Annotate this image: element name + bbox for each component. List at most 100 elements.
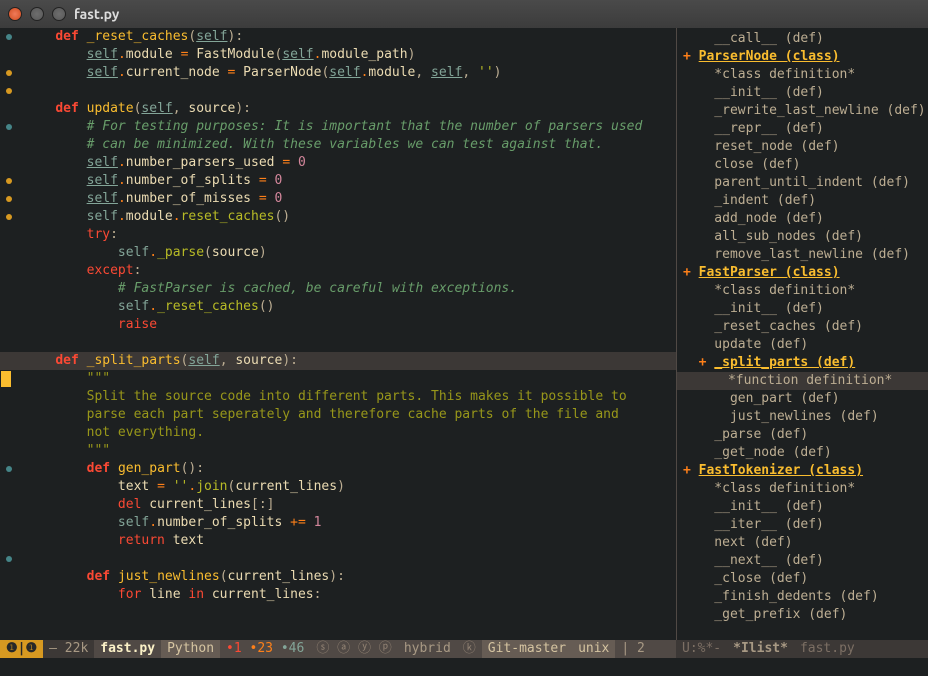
outline-item[interactable]: __init__ (def) xyxy=(677,84,928,102)
code-line[interactable]: for line in current_lines: xyxy=(24,586,672,604)
code-line[interactable] xyxy=(24,550,672,568)
code-line[interactable]: not everything. xyxy=(24,424,672,442)
ml-minor-icons: ⓢ ⓐ ⓨ ⓟ xyxy=(310,640,397,658)
outline-item[interactable]: *class definition* xyxy=(677,66,928,84)
outline-item[interactable]: _parse (def) xyxy=(677,426,928,444)
code-line[interactable]: text = ''.join(current_lines) xyxy=(24,478,672,496)
code-line[interactable]: self.number_parsers_used = 0 xyxy=(24,154,672,172)
code-line[interactable]: raise xyxy=(24,316,672,334)
editor-gutter xyxy=(0,28,20,640)
code-line[interactable]: def gen_part(): xyxy=(24,460,672,478)
code-line[interactable]: del current_lines[:] xyxy=(24,496,672,514)
code-line[interactable]: self.number_of_misses = 0 xyxy=(24,190,672,208)
outline-item[interactable]: *function definition* xyxy=(677,372,928,390)
ml-hybrid: hybrid xyxy=(398,640,457,658)
code-line[interactable]: # FastParser is cached, be careful with … xyxy=(24,280,672,298)
window-minimize-button[interactable] xyxy=(30,7,44,21)
gutter-mark-icon xyxy=(6,178,12,184)
code-line[interactable]: """ xyxy=(24,370,672,388)
code-line[interactable]: self._reset_caches() xyxy=(24,298,672,316)
ml-k-icon: ⓚ xyxy=(457,640,482,658)
code-line[interactable] xyxy=(24,334,672,352)
code-line[interactable]: self.current_node = ParserNode(self.modu… xyxy=(24,64,672,82)
outline-item[interactable]: __init__ (def) xyxy=(677,498,928,516)
code-line[interactable]: except: xyxy=(24,262,672,280)
outline-item[interactable]: _indent (def) xyxy=(677,192,928,210)
ml-filesize: – 22k xyxy=(43,640,94,658)
window-maximize-button[interactable] xyxy=(52,7,66,21)
code-line[interactable]: def _split_parts(self, source): xyxy=(0,352,676,370)
code-line[interactable]: def update(self, source): xyxy=(24,100,672,118)
code-line[interactable]: Split the source code into different par… xyxy=(24,388,672,406)
ml-git: Git-master xyxy=(482,640,572,658)
outline-item[interactable]: *class definition* xyxy=(677,480,928,498)
outline-cursor-mark xyxy=(676,372,677,386)
outline-item[interactable]: close (def) xyxy=(677,156,928,174)
ml-r-fname: fast.py xyxy=(794,640,861,658)
outline-item[interactable]: + FastParser (class) xyxy=(677,264,928,282)
outline-item[interactable]: remove_last_newline (def) xyxy=(677,246,928,264)
outline-item[interactable]: _finish_dedents (def) xyxy=(677,588,928,606)
modeline-left: ❶|❶ – 22k fast.py Python •1 •23 •46 ⓢ ⓐ … xyxy=(0,640,676,658)
ml-encoding: unix xyxy=(572,640,615,658)
outline-item[interactable]: _close (def) xyxy=(677,570,928,588)
gutter-mark-icon xyxy=(6,466,12,472)
outline-item[interactable]: __init__ (def) xyxy=(677,300,928,318)
gutter-cursor xyxy=(1,371,11,387)
code-line[interactable]: # can be minimized. With these variables… xyxy=(24,136,672,154)
ml-filename: fast.py xyxy=(94,640,161,658)
code-line[interactable]: def just_newlines(current_lines): xyxy=(24,568,672,586)
outline-item[interactable]: *class definition* xyxy=(677,282,928,300)
ml-r-buffer: *Ilist* xyxy=(727,640,794,658)
outline-item[interactable]: __repr__ (def) xyxy=(677,120,928,138)
outline-item[interactable]: _reset_caches (def) xyxy=(677,318,928,336)
window-titlebar: fast.py xyxy=(0,0,928,28)
code-line[interactable]: """ xyxy=(24,442,672,460)
outline-item[interactable]: parent_until_indent (def) xyxy=(677,174,928,192)
outline-item[interactable]: _get_node (def) xyxy=(677,444,928,462)
outline-item[interactable]: next (def) xyxy=(677,534,928,552)
code-line[interactable]: try: xyxy=(24,226,672,244)
gutter-mark-icon xyxy=(6,196,12,202)
outline-item[interactable]: _rewrite_last_newline (def) xyxy=(677,102,928,120)
outline-item[interactable]: + _split_parts (def) xyxy=(677,354,928,372)
ml-flycheck: •1 •23 •46 xyxy=(220,640,310,658)
ml-major-mode: Python xyxy=(161,640,220,658)
window-close-button[interactable] xyxy=(8,7,22,21)
ml-r-prefix: U:%*- xyxy=(676,640,727,658)
ml-indicator: ❶|❶ xyxy=(0,640,43,658)
editor-pane[interactable]: def _reset_caches(self): self.module = F… xyxy=(0,28,676,640)
outline-item[interactable]: __call__ (def) xyxy=(677,30,928,48)
code-line[interactable]: # For testing purposes: It is important … xyxy=(24,118,672,136)
outline-pane[interactable]: __call__ (def)+ ParserNode (class) *clas… xyxy=(676,28,928,640)
code-line[interactable]: self._parse(source) xyxy=(24,244,672,262)
gutter-mark-icon xyxy=(6,556,12,562)
outline-item[interactable]: just_newlines (def) xyxy=(677,408,928,426)
outline-item[interactable]: __iter__ (def) xyxy=(677,516,928,534)
minibuffer[interactable] xyxy=(0,658,928,676)
ml-position: | 2 xyxy=(615,640,650,658)
code-line[interactable]: self.number_of_splits = 0 xyxy=(24,172,672,190)
code-line[interactable]: self.module.reset_caches() xyxy=(24,208,672,226)
outline-item[interactable]: update (def) xyxy=(677,336,928,354)
code-line[interactable]: def _reset_caches(self): xyxy=(24,28,672,46)
code-line[interactable]: return text xyxy=(24,532,672,550)
outline-item[interactable]: _get_prefix (def) xyxy=(677,606,928,624)
code-line[interactable] xyxy=(24,82,672,100)
outline-item[interactable]: gen_part (def) xyxy=(677,390,928,408)
gutter-mark-icon xyxy=(6,214,12,220)
gutter-mark-icon xyxy=(6,124,12,130)
code-line[interactable]: self.number_of_splits += 1 xyxy=(24,514,672,532)
gutter-mark-icon xyxy=(6,70,12,76)
code-line[interactable]: self.module = FastModule(self.module_pat… xyxy=(24,46,672,64)
gutter-mark-icon xyxy=(6,34,12,40)
outline-item[interactable]: + FastTokenizer (class) xyxy=(677,462,928,480)
gutter-mark-icon xyxy=(6,88,12,94)
editor-code[interactable]: def _reset_caches(self): self.module = F… xyxy=(24,28,672,604)
outline-item[interactable]: all_sub_nodes (def) xyxy=(677,228,928,246)
outline-item[interactable]: reset_node (def) xyxy=(677,138,928,156)
outline-item[interactable]: + ParserNode (class) xyxy=(677,48,928,66)
outline-item[interactable]: add_node (def) xyxy=(677,210,928,228)
outline-item[interactable]: __next__ (def) xyxy=(677,552,928,570)
code-line[interactable]: parse each part seperately and therefore… xyxy=(24,406,672,424)
